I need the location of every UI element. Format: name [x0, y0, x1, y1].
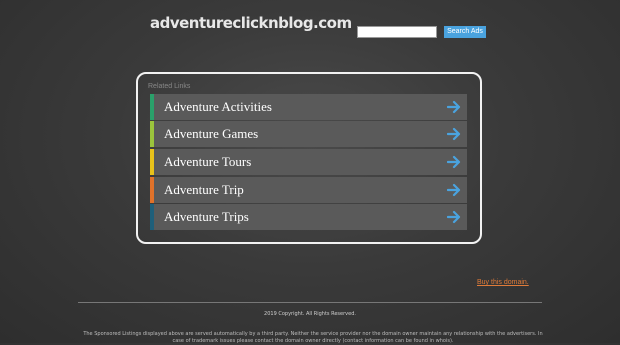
arrow-right-icon: [447, 100, 461, 114]
related-link-adventure-tours[interactable]: Adventure Tours: [150, 149, 467, 175]
search-ads-button[interactable]: Search Ads: [444, 26, 486, 38]
arrow-right-icon: [447, 155, 461, 169]
copyright-text: 2019 Copyright. All Rights Reserved.: [264, 311, 356, 317]
link-label: Adventure Tours: [164, 154, 252, 169]
link-label: Adventure Trips: [164, 209, 249, 224]
link-color-bar: [150, 204, 154, 230]
related-link-adventure-trips[interactable]: Adventure Trips: [150, 204, 467, 230]
link-color-bar: [150, 121, 154, 147]
related-links-label: Related Links: [148, 83, 191, 90]
buy-domain-link[interactable]: Buy this domain.: [477, 279, 529, 286]
related-link-adventure-games[interactable]: Adventure Games: [150, 121, 467, 147]
link-color-bar: [150, 94, 154, 120]
link-label: Adventure Trip: [164, 182, 244, 197]
link-color-bar: [150, 177, 154, 203]
footer-divider: [78, 302, 542, 303]
arrow-right-icon: [447, 210, 461, 224]
related-link-adventure-trip[interactable]: Adventure Trip: [150, 177, 467, 203]
link-color-bar: [150, 149, 154, 175]
site-title: adventureclicknblog.com: [150, 14, 352, 32]
arrow-right-icon: [447, 183, 461, 197]
link-label: Adventure Games: [164, 126, 259, 141]
search-input[interactable]: [357, 26, 437, 38]
arrow-right-icon: [447, 127, 461, 141]
related-link-adventure-activities[interactable]: Adventure Activities: [150, 94, 467, 120]
link-label: Adventure Activities: [164, 99, 272, 114]
